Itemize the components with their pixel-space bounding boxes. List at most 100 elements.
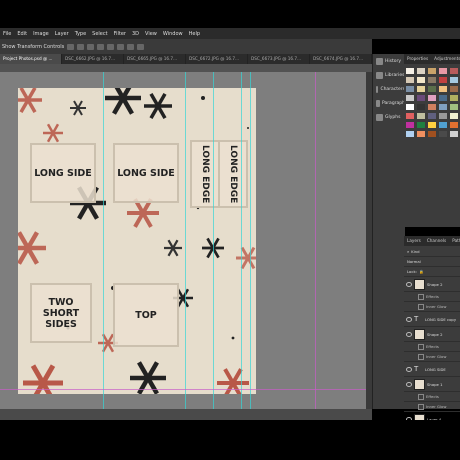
color-swatch[interactable]	[450, 113, 458, 119]
color-swatch[interactable]	[450, 95, 458, 101]
color-swatch[interactable]	[406, 86, 414, 92]
menu-item[interactable]: Edit	[14, 31, 30, 37]
visibility-eye-icon[interactable]	[406, 366, 412, 372]
color-swatch[interactable]	[428, 131, 436, 137]
box-long-edge-left[interactable]: LONG EDGE	[190, 140, 220, 208]
box-long-side-left[interactable]: LONG SIDE	[30, 143, 96, 203]
menu-item[interactable]: Image	[30, 31, 52, 37]
menu-item[interactable]: Help	[186, 31, 203, 37]
tab-properties[interactable]: Properties	[404, 54, 431, 64]
color-swatch[interactable]	[450, 77, 458, 83]
layer-effect-row[interactable]: Effects	[404, 292, 460, 302]
layer-row[interactable]: Shape 2	[404, 327, 460, 342]
color-swatch[interactable]	[439, 95, 447, 101]
3d-mode-button[interactable]	[137, 43, 145, 50]
visibility-eye-icon[interactable]	[406, 281, 412, 287]
color-swatch[interactable]	[439, 131, 447, 137]
layer-row[interactable]: T LONG SIDE copy	[404, 312, 460, 327]
color-swatch[interactable]	[406, 131, 414, 137]
visibility-eye-icon[interactable]	[406, 316, 412, 322]
menu-item[interactable]: Type	[72, 31, 89, 37]
document-tab[interactable]: Project Photos.psd @ ...	[0, 54, 62, 64]
document-tab[interactable]: DSC_6674.JPG @ 16.7...	[310, 54, 372, 64]
layer-effect-row[interactable]: Effects	[404, 392, 460, 402]
visibility-eye-icon[interactable]	[406, 381, 412, 387]
color-swatch[interactable]	[439, 104, 447, 110]
color-swatch[interactable]	[428, 86, 436, 92]
distribute-button[interactable]	[127, 43, 135, 50]
color-swatch[interactable]	[417, 113, 425, 119]
align-bottom-button[interactable]	[117, 43, 125, 50]
layer-row[interactable]: Shape 1	[404, 377, 460, 392]
box-two-short-sides[interactable]: TWO SHORT SIDES	[30, 283, 92, 343]
color-swatch[interactable]	[417, 68, 425, 74]
blend-mode-select[interactable]: Normal	[404, 257, 460, 267]
color-swatch[interactable]	[450, 122, 458, 128]
color-swatch[interactable]	[417, 95, 425, 101]
align-center-button[interactable]	[77, 43, 85, 50]
visibility-eye-icon[interactable]	[406, 331, 412, 337]
layer-effect-row[interactable]: Inner Glow	[404, 302, 460, 312]
align-left-button[interactable]	[67, 43, 75, 50]
layer-row[interactable]: Shape 2	[404, 277, 460, 292]
dock-glyphs[interactable]: Glyphs	[373, 110, 405, 124]
tab-channels[interactable]: Channels	[424, 236, 449, 246]
tab-adjustments[interactable]: Adjustments	[431, 54, 460, 64]
menu-item[interactable]: View	[142, 31, 160, 37]
tab-layers[interactable]: Layers	[404, 236, 424, 246]
color-swatch[interactable]	[417, 104, 425, 110]
color-swatch[interactable]	[417, 122, 425, 128]
document-canvas[interactable]: LONG SIDE LONG SIDE LONG EDGE LONG EDGE …	[18, 88, 256, 394]
dock-libraries[interactable]: Libraries	[373, 68, 405, 82]
color-swatch[interactable]	[428, 68, 436, 74]
box-top[interactable]: TOP	[113, 283, 179, 347]
layer-row[interactable]: T LONG SIDE	[404, 362, 460, 377]
box-long-side-right[interactable]: LONG SIDE	[113, 143, 179, 203]
layer-filter[interactable]: ⌕ Kind	[404, 246, 460, 257]
dock-history[interactable]: History	[373, 54, 405, 68]
box-long-edge-right[interactable]: LONG EDGE	[218, 140, 248, 208]
align-right-button[interactable]	[87, 43, 95, 50]
color-swatch[interactable]	[406, 77, 414, 83]
color-swatch[interactable]	[439, 77, 447, 83]
menu-item[interactable]: File	[0, 31, 14, 37]
color-swatch[interactable]	[439, 122, 447, 128]
color-swatch[interactable]	[406, 122, 414, 128]
color-swatch[interactable]	[428, 104, 436, 110]
layer-effect-row[interactable]: Inner Glow	[404, 352, 460, 362]
lock-icon[interactable]: 🔒	[419, 269, 424, 274]
color-swatch[interactable]	[428, 122, 436, 128]
align-top-button[interactable]	[97, 43, 105, 50]
dock-characters[interactable]: Characters	[373, 82, 405, 96]
color-swatch[interactable]	[406, 95, 414, 101]
layer-effect-row[interactable]: Effects	[404, 342, 460, 352]
menu-item[interactable]: Window	[160, 31, 186, 37]
align-middle-button[interactable]	[107, 43, 115, 50]
color-swatch[interactable]	[417, 131, 425, 137]
color-swatch[interactable]	[406, 104, 414, 110]
document-tab[interactable]: DSC_6665.JPG @ 16.7...	[124, 54, 186, 64]
color-swatch[interactable]	[417, 86, 425, 92]
color-swatch[interactable]	[450, 86, 458, 92]
menu-item[interactable]: Filter	[111, 31, 129, 37]
color-swatch[interactable]	[439, 68, 447, 74]
color-swatch[interactable]	[450, 131, 458, 137]
color-swatch[interactable]	[428, 113, 436, 119]
menu-item[interactable]: Layer	[52, 31, 72, 37]
menu-item[interactable]: 3D	[129, 31, 142, 37]
color-swatch[interactable]	[450, 104, 458, 110]
document-tab[interactable]: DSC_6662.JPG @ 16.7...	[62, 54, 124, 64]
color-swatch[interactable]	[439, 86, 447, 92]
document-tab[interactable]: DSC_6673.JPG @ 16.7...	[248, 54, 310, 64]
color-swatch[interactable]	[428, 77, 436, 83]
layer-effect-row[interactable]: Inner Glow	[404, 402, 460, 412]
color-swatch[interactable]	[439, 113, 447, 119]
color-swatch[interactable]	[428, 95, 436, 101]
dock-paragraph[interactable]: Paragraph	[373, 96, 405, 110]
color-swatch[interactable]	[406, 113, 414, 119]
tab-paths[interactable]: Paths	[449, 236, 460, 246]
color-swatch[interactable]	[406, 68, 414, 74]
color-swatch[interactable]	[417, 77, 425, 83]
color-swatch[interactable]	[450, 68, 458, 74]
document-tab[interactable]: DSC_6672.JPG @ 16.7...	[186, 54, 248, 64]
